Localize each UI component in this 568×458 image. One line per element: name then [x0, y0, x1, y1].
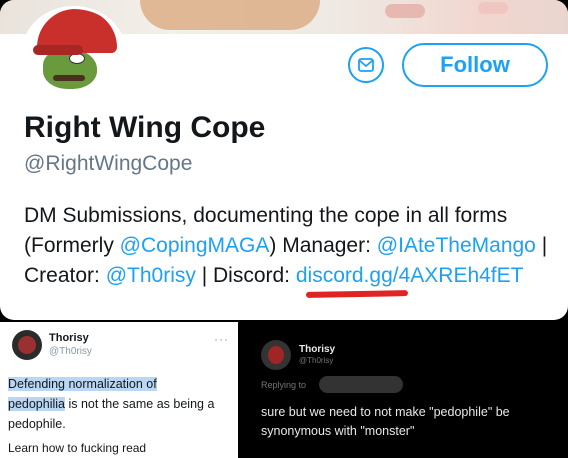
- bio-link-copingmaga[interactable]: @CopingMAGA: [120, 234, 270, 257]
- avatar[interactable]: [12, 330, 42, 360]
- redacted-handle: [319, 376, 403, 393]
- profile-name: Right Wing Cope: [24, 111, 266, 144]
- tweet-text: sure but we need to not make "pedophile"…: [261, 405, 510, 438]
- tweet-text: Defending normalization of pedophilia is…: [8, 374, 236, 434]
- selected-text: pedophilia: [8, 397, 65, 411]
- tweet-author-name[interactable]: Thorisy: [49, 332, 89, 344]
- banner-art: [478, 2, 508, 14]
- mail-icon: [358, 58, 374, 72]
- avatar-art: [268, 346, 284, 364]
- avatar-mouth: [53, 75, 85, 81]
- bio-link-iatethemango[interactable]: @IAteTheMango: [377, 234, 536, 257]
- tweet-light: Thorisy @Th0risy ··· Defending normaliza…: [0, 322, 238, 458]
- avatar[interactable]: [261, 340, 291, 370]
- avatar-art: [18, 336, 36, 354]
- follow-button[interactable]: Follow: [402, 43, 548, 87]
- tweet-author-handle: @Th0risy: [49, 346, 92, 357]
- selected-text: Defending normalization of: [8, 377, 157, 391]
- avatar[interactable]: [22, 6, 126, 98]
- profile-handle: @RightWingCope: [24, 152, 193, 175]
- tweet-text-part: Learn how to fucking read: [8, 441, 147, 455]
- bio-link-discord[interactable]: discord.gg/4AXREh4fET: [296, 264, 524, 287]
- banner-art: [140, 0, 320, 30]
- tweet-text-part: pedophile.: [8, 417, 66, 431]
- tweet-author-handle: @Th0risy: [299, 356, 334, 365]
- avatar-hat-brim: [33, 45, 83, 55]
- profile-card: Follow Right Wing Cope @RightWingCope DM…: [0, 0, 568, 320]
- tweet-author-name[interactable]: Thorisy: [299, 344, 335, 355]
- bio-link-th0risy[interactable]: @Th0risy: [106, 264, 196, 287]
- ellipsis-icon[interactable]: ···: [214, 332, 229, 346]
- replying-to-label: Replying to: [261, 380, 307, 390]
- profile-bio: DM Submissions, documenting the cope in …: [24, 201, 554, 291]
- tweet-text-part: is not the same as being a: [65, 397, 215, 411]
- tweet-dark: Thorisy @Th0risy Replying to sure but we…: [241, 322, 568, 458]
- bio-text: ) Manager:: [269, 234, 377, 257]
- message-button[interactable]: [348, 47, 384, 83]
- bio-text: | Discord:: [195, 264, 296, 287]
- banner-art: [385, 4, 425, 18]
- red-underline-annotation: [305, 290, 409, 298]
